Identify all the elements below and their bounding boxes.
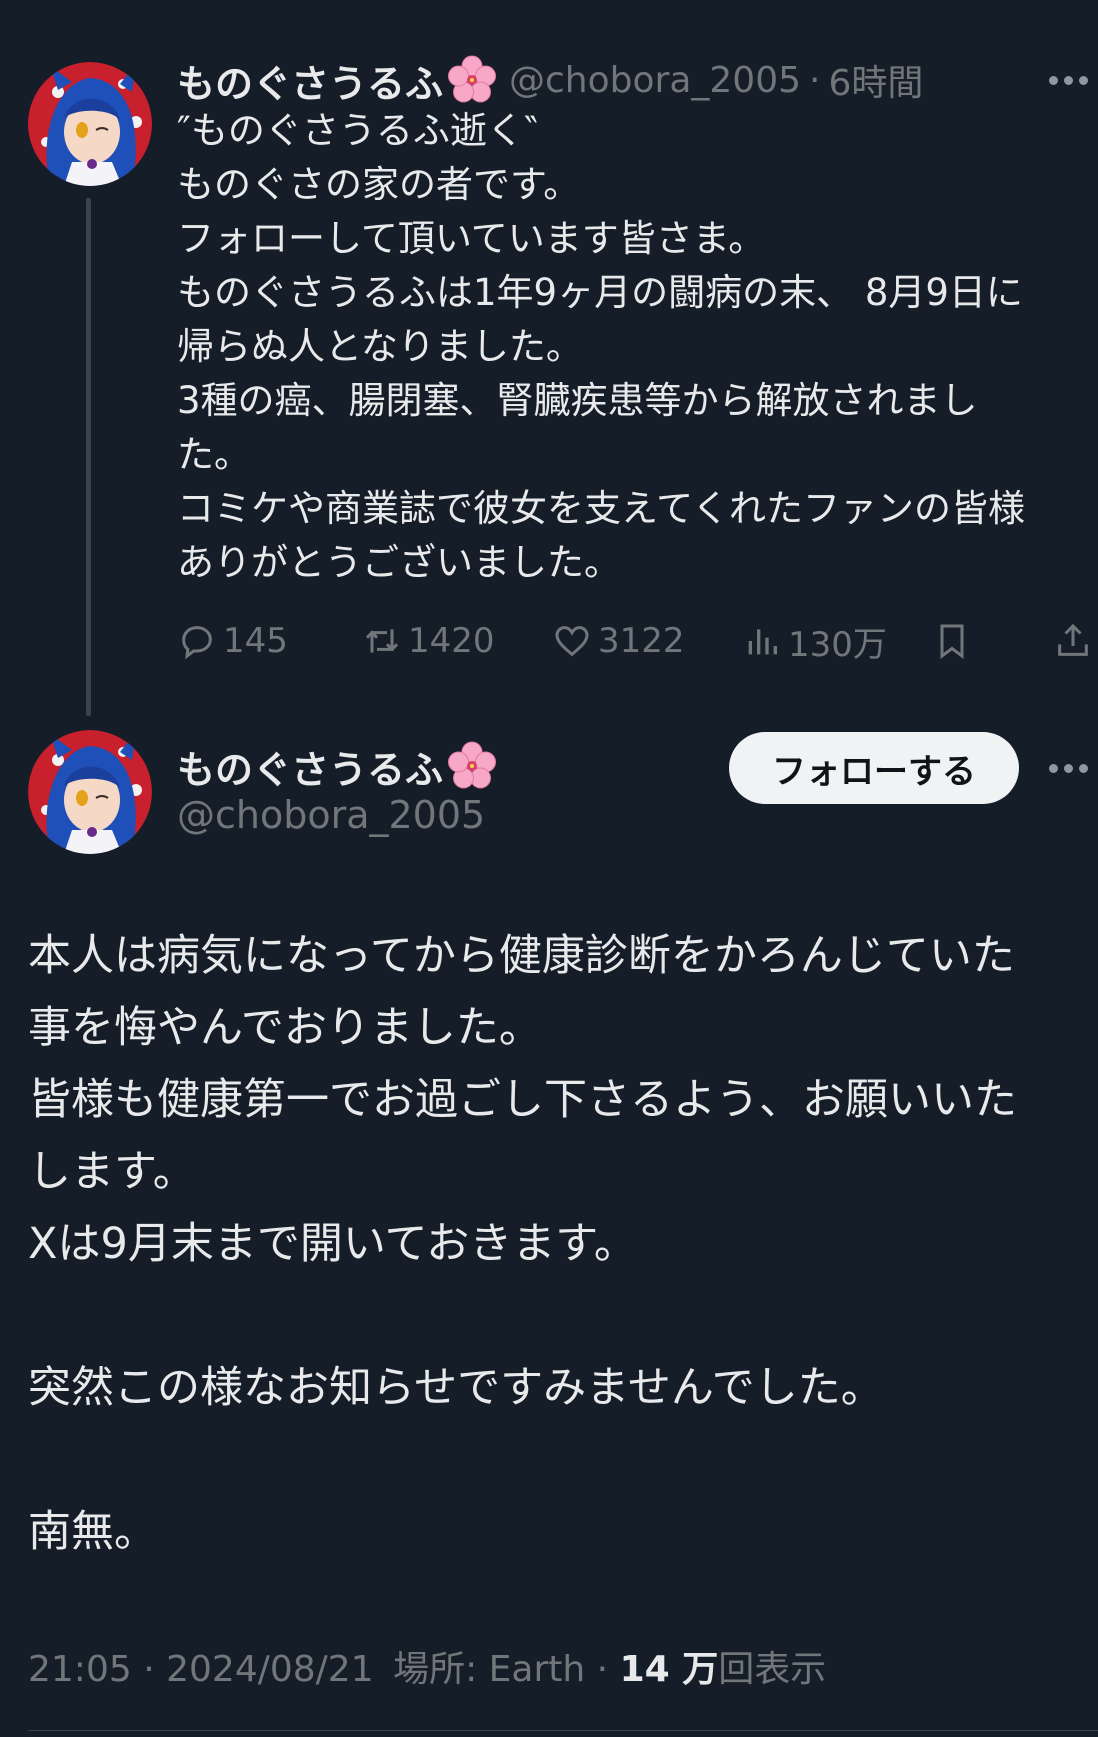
views-count: 130万 <box>788 624 887 665</box>
avatar[interactable] <box>28 62 152 186</box>
post-time[interactable]: 21:05 <box>28 1649 132 1690</box>
like-button[interactable]: 3122 <box>552 617 685 665</box>
tweet-text-line: 皆様も健康第一でお過ごし下さるよう、お願いいた <box>28 1075 1017 1125</box>
tweet-text-line: コミケや商業誌で彼女を支えてくれたファンの皆様 <box>177 487 1026 530</box>
separator: · <box>809 59 821 101</box>
tweet-text-line: 本人は病気になってから健康診断をかろんじていた <box>28 931 1015 981</box>
handle[interactable]: @chobora_2005 <box>177 793 485 837</box>
timestamp[interactable]: 6時間 <box>828 54 923 106</box>
tweet-text-line <box>28 1280 1078 1352</box>
views-label: 回表示 <box>718 1649 827 1690</box>
tweet-text-line: します。 <box>28 1147 196 1197</box>
tweet-text-line: ありがとうございました。 <box>177 541 621 584</box>
bookmark-button[interactable] <box>932 617 972 665</box>
cherry-blossom-icon <box>447 741 497 791</box>
post-date[interactable]: 2024/08/21 <box>166 1649 374 1690</box>
cherry-blossom-icon <box>447 55 497 105</box>
tweet-text-line: フォローして頂いています皆さま。 <box>177 217 766 260</box>
like-icon <box>555 626 589 657</box>
bookmark-icon <box>940 624 964 659</box>
reply-count: 145 <box>223 621 288 661</box>
tweet-text-line: 南無。 <box>28 1507 157 1557</box>
tweet-text-line: た。 <box>177 433 251 476</box>
share-button[interactable] <box>1053 617 1093 665</box>
follow-button[interactable]: フォローする <box>729 732 1019 804</box>
avatar[interactable] <box>28 730 152 854</box>
repost-button[interactable]: 1420 <box>362 617 495 665</box>
tweet-text-line: 事を悔やんでおりました。 <box>28 1003 542 1053</box>
reply-icon <box>182 626 212 660</box>
tweet2-header: ものぐさうるふ <box>177 738 497 794</box>
views-count[interactable]: 14 万 <box>620 1649 719 1690</box>
tweet-text-line: 3種の癌、腸閉塞、腎臓疾患等から解放されまし <box>177 379 978 422</box>
more-icon[interactable] <box>1049 758 1088 778</box>
repost-icon <box>365 629 399 653</box>
tweet-text-line: ものぐさうるふは1年9ヶ月の闘病の末、 8月9日に <box>177 271 1023 314</box>
views-button[interactable]: 130万 <box>742 617 887 665</box>
display-name[interactable]: ものぐさうるふ <box>177 53 443 108</box>
tweet2-text: 本人は病気になってから健康診断をかろんじていた 事を悔やんでおりました。 皆様も… <box>28 920 1078 1568</box>
repost-count: 1420 <box>408 621 495 661</box>
display-name[interactable]: ものぐさうるふ <box>177 739 443 794</box>
divider <box>28 1730 1098 1731</box>
thread-line <box>86 198 91 716</box>
location-label: 場所: <box>393 1649 478 1690</box>
more-icon[interactable] <box>1049 70 1088 90</box>
tweet-text-line: Xは9月末まで開いておきます。 <box>28 1219 637 1269</box>
tweet-text-line: 帰らぬ人となりました。 <box>177 325 583 368</box>
like-count: 3122 <box>598 621 685 661</box>
separator: · <box>596 1649 609 1690</box>
separator: · <box>143 1649 155 1690</box>
tweet-meta: 21:05 · 2024/08/21 場所: Earth · 14 万回表示 <box>28 1640 826 1692</box>
tweet-text-line <box>28 1424 1078 1496</box>
location: Earth <box>488 1649 586 1690</box>
share-icon <box>1058 623 1088 656</box>
tweet-text-line: 突然この様なお知らせですみませんでした。 <box>28 1363 884 1413</box>
tweet-text-line: ″ものぐさうるふ逝く‶ <box>177 109 538 152</box>
tweet-actions: 145 1420 3122 130万 <box>177 617 1097 667</box>
tweet1-header: ものぐさうるふ @chobora_2005 · 6時間 <box>177 52 923 108</box>
views-icon <box>748 629 777 655</box>
tweet-text-line: ものぐさの家の者です。 <box>177 163 581 206</box>
reply-button[interactable]: 145 <box>177 617 288 665</box>
handle[interactable]: @chobora_2005 <box>509 60 801 101</box>
tweet1-text: ″ものぐさうるふ逝く‶ ものぐさの家の者です。 フォローして頂いています皆さま。… <box>177 104 1082 590</box>
